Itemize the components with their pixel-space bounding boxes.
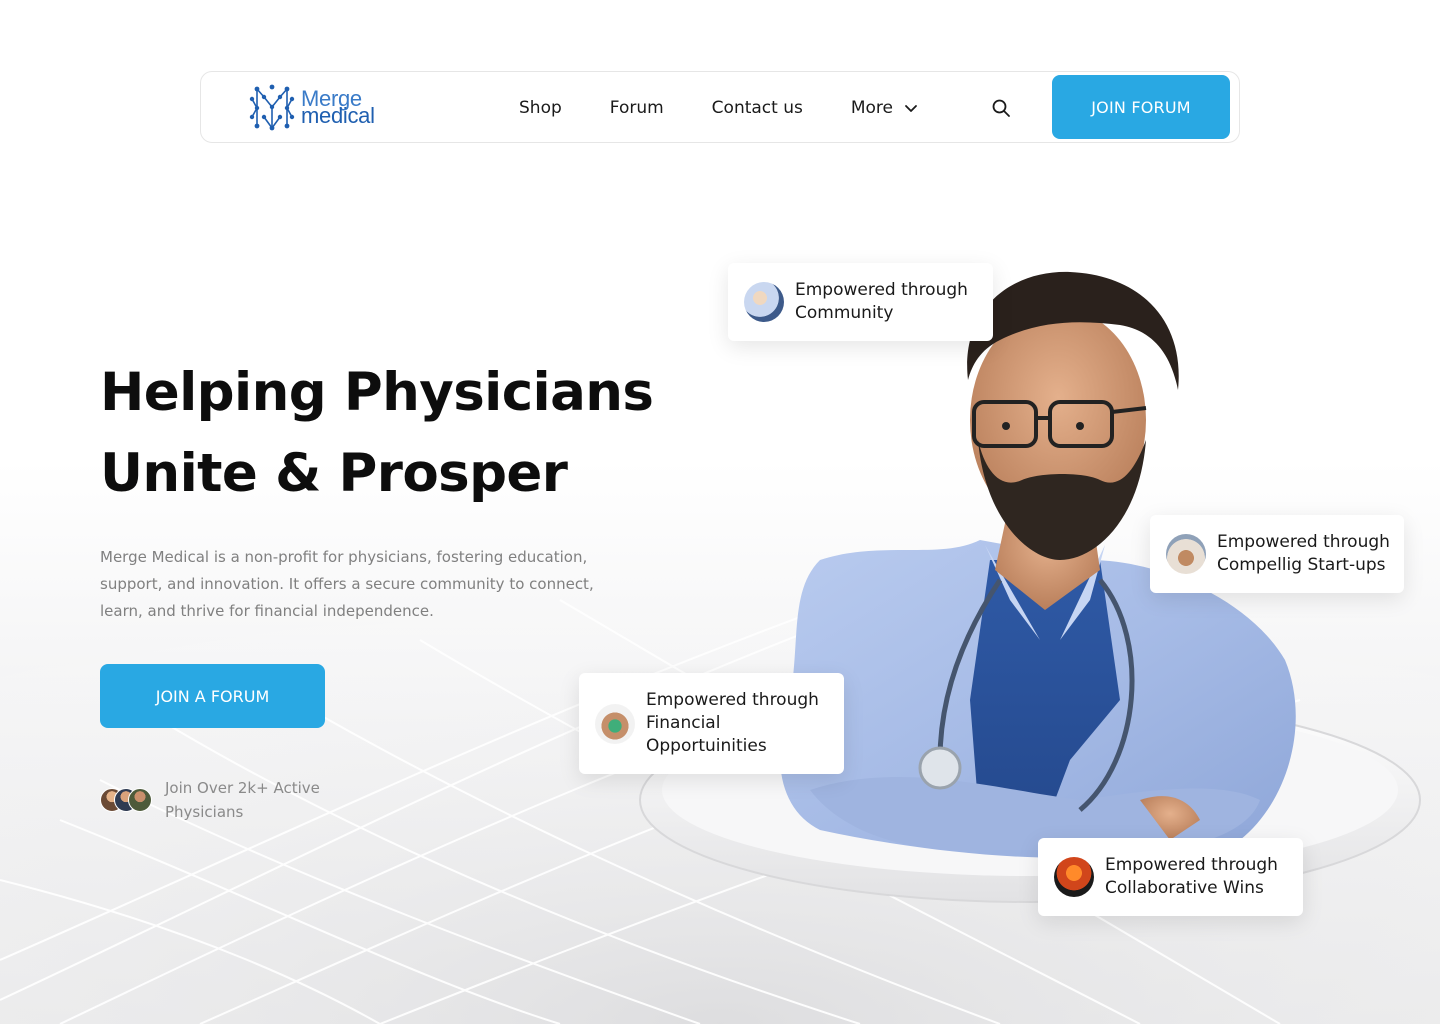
nav-more-dropdown[interactable]: More — [851, 98, 919, 118]
hero-title: Helping Physicians Unite & Prosper — [100, 352, 720, 514]
feature-card-financial: Empowered through Financial Opportuiniti… — [579, 673, 844, 774]
wins-photo — [1054, 857, 1094, 897]
card-wins-text: Empowered through Collaborative Wins — [1105, 855, 1278, 898]
brand-logo[interactable]: Merge medical — [249, 83, 375, 131]
nav-forum-label: Forum — [609, 98, 664, 118]
community-photo — [744, 282, 784, 322]
search-icon[interactable] — [991, 98, 1011, 118]
card-financial-text: Empowered through Financial Opportuiniti… — [646, 690, 819, 756]
logo-mark-icon — [249, 84, 295, 131]
member-avatars — [100, 788, 156, 814]
nav-forum[interactable]: Forum — [610, 98, 664, 118]
card-community-text: Empowered through Community — [795, 280, 968, 323]
logo-text-medical: medical — [301, 103, 375, 128]
join-a-forum-button[interactable]: JOIN A FORUM — [100, 664, 325, 728]
join-forum-nav-button[interactable]: JOIN FORUM — [1052, 75, 1230, 139]
feature-card-community: Empowered through Community — [728, 263, 993, 341]
hero-title-line2: Unite & Prosper — [100, 443, 568, 504]
chevron-down-icon — [905, 105, 917, 112]
nav-shop-label: Shop — [519, 98, 562, 118]
members-text: Join Over 2k+ Active Physicians — [165, 779, 320, 821]
nav-contact-label: Contact us — [711, 98, 803, 118]
nav-contact[interactable]: Contact us — [712, 98, 803, 118]
feature-card-wins: Empowered through Collaborative Wins — [1038, 838, 1303, 916]
nav-more-label: More — [850, 98, 894, 118]
hero-title-line1: Helping Physicians — [100, 362, 654, 423]
top-navbar: Merge medical Shop Forum Contact us More — [200, 71, 1240, 143]
card-startups-text: Empowered through Compellig Start-ups — [1217, 532, 1390, 575]
financial-photo — [595, 703, 635, 744]
startups-photo — [1166, 534, 1206, 574]
members-social-proof: Join Over 2k+ Active Physicians — [100, 776, 335, 824]
avatar — [128, 788, 152, 812]
hero-description: Merge Medical is a non-profit for physic… — [100, 548, 594, 620]
nav-shop[interactable]: Shop — [519, 98, 562, 118]
feature-card-startups: Empowered through Compellig Start-ups — [1150, 515, 1404, 593]
landing-page: Merge medical Shop Forum Contact us More — [0, 0, 1440, 1024]
nav-links: Shop Forum Contact us More — [519, 72, 967, 144]
